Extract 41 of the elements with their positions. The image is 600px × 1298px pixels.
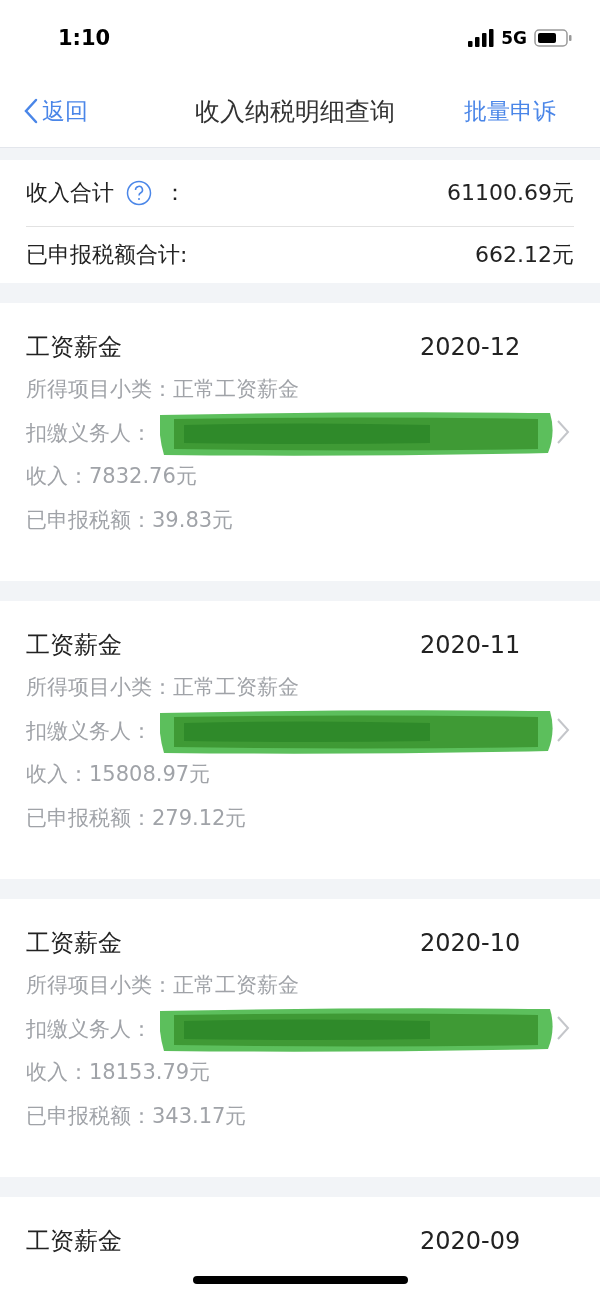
colon-label: ： [164,179,186,207]
tax-text: 已申报税额：39.83元 [26,506,235,534]
record-period: 2020-11 [420,630,521,659]
chevron-right-icon [556,717,570,743]
subcategory-text: 所得项目小类：正常工资薪金 [26,674,300,701]
back-button[interactable]: 返回 [24,95,88,127]
income-text: 收入：18153.79元 [26,1059,212,1086]
record-period: 2020-09 [420,1226,521,1255]
chevron-left-icon [24,98,38,124]
tax-text: 已申报税额：279.12元 [26,804,248,832]
income-category: 工资薪金 [26,1225,123,1257]
income-total-label: 收入合计 [26,179,114,207]
record-period: 2020-12 [420,332,521,361]
payer-label: 扣缴义务人： [26,419,152,447]
signal-icon [468,28,495,47]
record-card[interactable]: 工资薪金 2020-10 所得项目小类：正常工资薪金 扣缴义务人： 收入：18153.79元 已申报税额：343.17元 [0,899,600,1177]
help-icon[interactable] [126,180,152,206]
network-label: 5G [501,27,527,48]
status-time: 1:10 [58,25,111,50]
payer-label: 扣缴义务人： [26,1015,152,1043]
tax-total-value: 662.12元 [475,241,574,269]
record-card[interactable]: 工资薪金 2020-09 [0,1197,600,1298]
record-card[interactable]: 工资薪金 2020-11 所得项目小类：正常工资薪金 扣缴义务人： 收入：15808.97元 已申报税额：279.12元 [0,601,600,879]
chevron-right-icon [556,419,570,445]
record-card[interactable]: 工资薪金 2020-12 所得项目小类：正常工资薪金 扣缴义务人： 收入：7832.76元 已申报税额：39.83元 [0,303,600,581]
batch-appeal-button[interactable]: 批量申诉 [464,95,556,127]
income-category: 工资薪金 [26,629,123,661]
subcategory-text: 所得项目小类：正常工资薪金 [26,376,300,403]
income-category: 工资薪金 [26,331,123,363]
record-period: 2020-10 [420,928,521,957]
page-title: 收入纳税明细查询 [195,95,395,128]
income-text: 收入：15808.97元 [26,761,212,788]
tax-total-label: 已申报税额合计: [26,241,188,269]
subcategory-text: 所得项目小类：正常工资薪金 [26,972,300,999]
income-text: 收入：7832.76元 [26,463,198,490]
income-category: 工资薪金 [26,927,123,959]
payer-label: 扣缴义务人： [26,717,152,745]
income-total-value: 61100.69元 [447,179,574,207]
tax-text: 已申报税额：343.17元 [26,1102,248,1130]
chevron-right-icon [556,1015,570,1041]
battery-icon [534,28,572,47]
